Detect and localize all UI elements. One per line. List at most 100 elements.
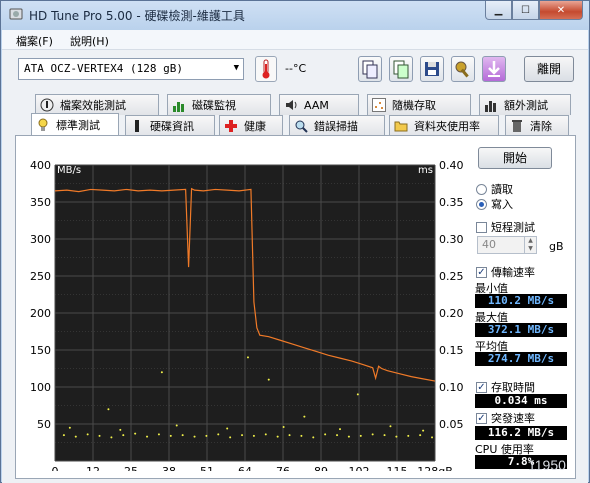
y-left-tick-label: 300 <box>30 233 51 246</box>
tab-file-benchmark[interactable]: 檔案效能測試 <box>35 94 159 115</box>
tab-info[interactable]: 硬碟資訊 <box>125 115 215 136</box>
access-time-point <box>252 434 255 437</box>
x-tick-label: 51 <box>200 465 214 471</box>
access-time-point <box>98 434 101 437</box>
y-right-tick-label: 0.15 <box>439 344 464 357</box>
minimize-button[interactable]: ▁ <box>485 1 512 20</box>
title-bar[interactable]: HD Tune Pro 5.00 - 硬碟檢測-維護工具 ▁ ☐ ✕ <box>1 1 589 29</box>
access-time-point <box>339 428 341 431</box>
options-button[interactable] <box>451 56 475 82</box>
access-time-option[interactable]: ✓ 存取時間 <box>476 379 535 395</box>
access-time-point <box>336 434 339 437</box>
copy-icon <box>362 60 378 79</box>
read-option[interactable]: 讀取 <box>476 181 513 197</box>
copy-text-button[interactable] <box>358 56 382 82</box>
x-tick-label: 25 <box>124 465 138 471</box>
short-test-option[interactable]: 短程測試 <box>476 219 535 235</box>
floppy-disk-icon <box>425 62 439 76</box>
access-time-point <box>356 393 359 396</box>
access-time-point <box>431 436 434 439</box>
tab-label: AAM <box>304 98 329 112</box>
tab-error-scan[interactable]: 錯誤掃描 <box>289 115 385 136</box>
info-icon <box>130 119 144 133</box>
tab-benchmark[interactable]: 標準測試 <box>31 113 119 136</box>
wrench-icon <box>455 61 469 78</box>
short-test-checkbox[interactable] <box>476 221 487 233</box>
burst-rate-option[interactable]: ✓ 突發速率 <box>476 410 535 426</box>
y-right-tick-label: 0.30 <box>439 233 464 246</box>
maximize-button[interactable]: ☐ <box>512 1 539 20</box>
access-time-point <box>288 434 291 437</box>
start-button[interactable]: 開始 <box>478 147 552 169</box>
y-left-tick-label: 150 <box>30 344 51 357</box>
copy-screenshot-button[interactable] <box>389 56 413 82</box>
menu-help[interactable]: 說明(H) <box>70 33 109 49</box>
access-time-point <box>205 434 208 437</box>
access-time-point <box>422 429 425 432</box>
tab-aam[interactable]: AAM <box>279 94 359 115</box>
y-left-tick-label: 350 <box>30 196 51 209</box>
stepper-arrows-icon[interactable]: ▲ ▼ <box>524 237 536 253</box>
short-test-label: 短程測試 <box>491 221 535 234</box>
read-radio[interactable] <box>476 183 487 195</box>
drive-select-value: ATA OCZ-VERTEX4 (128 gB) <box>24 62 183 75</box>
transfer-rate-checkbox[interactable]: ✓ <box>476 266 487 278</box>
download-arrow-icon <box>488 61 500 77</box>
y-right-tick-label: 0.20 <box>439 307 464 320</box>
access-time-point <box>324 433 327 436</box>
max-value: 372.1 MB/s <box>475 323 567 337</box>
red-cross-icon <box>224 119 238 133</box>
x-tick-label: 38 <box>162 465 176 471</box>
access-time-point <box>407 434 410 437</box>
write-radio[interactable] <box>476 198 487 210</box>
y-right-tick-label: 0.10 <box>439 381 464 394</box>
save-button[interactable] <box>420 56 444 82</box>
access-time-point <box>395 435 398 438</box>
access-time-value: 0.034 ms <box>475 394 567 408</box>
access-time-point <box>229 436 232 439</box>
size-unit-label: gB <box>549 240 564 253</box>
tab-label: 標準測試 <box>56 119 100 132</box>
x-tick-label: 102 <box>349 465 370 471</box>
tab-folder-usage[interactable]: 資料夾使用率 <box>389 115 499 136</box>
tab-erase[interactable]: 清除 <box>505 115 569 136</box>
access-time-point <box>146 435 149 438</box>
download-button[interactable] <box>482 56 506 82</box>
x-tick-label: 64 <box>238 465 252 471</box>
access-time-point <box>264 433 267 436</box>
minimize-icon: ▁ <box>494 4 503 16</box>
close-button[interactable]: ✕ <box>539 1 583 20</box>
tab-label: 額外測試 <box>504 99 548 112</box>
access-time-checkbox[interactable]: ✓ <box>476 381 487 393</box>
trash-icon <box>510 119 524 133</box>
tab-random-access[interactable]: 隨機存取 <box>367 94 471 115</box>
access-time-point <box>134 432 137 435</box>
access-time-point <box>181 434 184 437</box>
transfer-rate-option[interactable]: ✓ 傳輸速率 <box>476 264 535 280</box>
copy-image-icon <box>393 60 409 79</box>
write-option[interactable]: 寫入 <box>476 196 513 212</box>
access-time-point <box>300 434 303 437</box>
menu-file[interactable]: 檔案(F) <box>16 33 53 49</box>
bar-chart-icon <box>172 98 186 112</box>
exit-button[interactable]: 離開 <box>524 56 574 82</box>
access-time-point <box>282 425 285 428</box>
drive-select[interactable]: ATA OCZ-VERTEX4 (128 gB) ▼ <box>18 58 244 80</box>
access-time-point <box>267 378 270 381</box>
short-test-size-stepper[interactable]: 40 ▲ ▼ <box>477 236 537 254</box>
access-time-point <box>226 427 229 430</box>
short-test-size-value: 40 <box>482 238 496 251</box>
access-time-point <box>122 434 125 437</box>
write-label: 寫入 <box>491 198 513 211</box>
y-right-tick-label: 0.40 <box>439 159 464 172</box>
burst-rate-checkbox[interactable]: ✓ <box>476 412 487 424</box>
transfer-rate-chart: 0 12 25 38 51 64 76 89 102 115 128gB 400 350 300 250 20… <box>30 159 464 471</box>
tab-extra-tests[interactable]: 額外測試 <box>479 94 571 115</box>
access-time-point <box>246 356 249 359</box>
access-time-point <box>419 434 422 437</box>
min-value: 110.2 MB/s <box>475 294 567 308</box>
close-icon: ✕ <box>556 4 566 16</box>
tab-health[interactable]: 健康 <box>219 115 283 136</box>
tab-disk-monitor[interactable]: 磁碟監視 <box>167 94 271 115</box>
access-time-point <box>110 436 113 439</box>
